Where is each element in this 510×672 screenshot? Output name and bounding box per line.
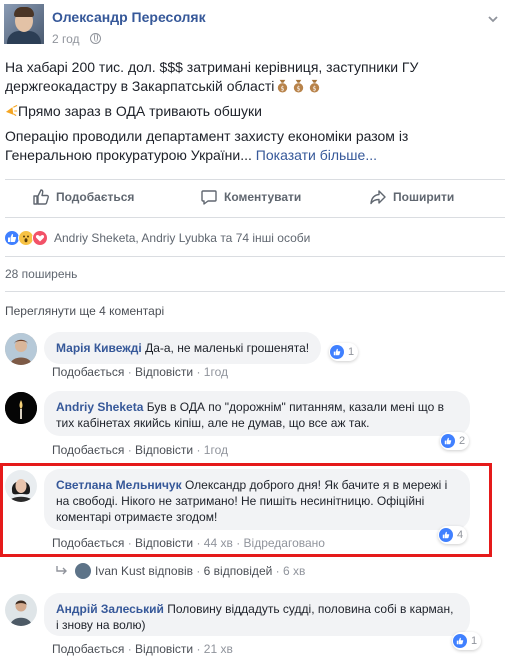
svg-text:$: $	[297, 85, 301, 93]
like-count-icon	[441, 434, 455, 448]
megaphone-icon	[5, 104, 18, 117]
replies-who: Ivan Kust відповів	[95, 564, 193, 578]
comment-like-count[interactable]: 1	[329, 343, 359, 361]
divider	[5, 291, 505, 292]
comment-bubble: Светлана Мельничук Олександр доброго дня…	[44, 469, 470, 530]
comment-reply-link[interactable]: Відповісти	[135, 536, 193, 550]
comment-like-link[interactable]: Подобається	[52, 365, 124, 379]
post-header: Олександр Пересоляк 2 год	[0, 0, 510, 56]
comment-author[interactable]: Марія Кивежді	[56, 341, 142, 355]
comment-like-count[interactable]: 1	[452, 632, 482, 650]
post-line-2: Прямо зараз в ОДА тривають обшуки	[18, 103, 262, 119]
globe-icon	[90, 33, 101, 44]
post-time[interactable]: 2 год	[52, 32, 80, 46]
comment-time[interactable]: 21 хв	[204, 642, 233, 656]
comment-bubble: Андрій Залеський Половину віддадуть судд…	[44, 593, 470, 636]
replies-row[interactable]: Ivan Kust відповів · 6 відповідей · 6 хв	[55, 563, 305, 579]
svg-text:$: $	[313, 85, 317, 93]
like-count-icon	[330, 345, 344, 359]
divider	[5, 256, 505, 257]
love-reaction-icon	[32, 230, 48, 246]
comment-reply-link[interactable]: Відповісти	[135, 642, 193, 656]
author-name[interactable]: Олександр Пересоляк	[52, 9, 206, 25]
money-bag-icon: $	[278, 79, 288, 93]
comment-button-label: Коментувати	[224, 190, 302, 204]
see-more-link[interactable]: Показати більше...	[256, 147, 377, 163]
post-text: На хабарі 200 тис. дол. $$$ затримані ке…	[5, 58, 495, 171]
thumbs-up-icon	[33, 189, 49, 205]
comment-bubble: Марія Кивежді Да-а, не маленькі грошенят…	[44, 332, 322, 364]
like-count-icon	[439, 528, 453, 542]
share-button[interactable]: Поширити	[369, 184, 454, 210]
like-count-icon	[453, 634, 467, 648]
replies-time: 6 хв	[283, 564, 306, 578]
replies-count: 6 відповідей	[203, 564, 273, 578]
comment-time[interactable]: 1год	[204, 443, 228, 457]
reply-arrow-icon	[56, 566, 67, 575]
comment-time[interactable]: 44 хв	[204, 536, 233, 550]
replier-avatar	[75, 563, 91, 579]
reaction-names: Andriy Sheketa, Andriy Lyubka та 74 інші…	[54, 231, 311, 245]
comment-like-count[interactable]: 4	[438, 526, 468, 544]
commenter-avatar[interactable]	[5, 333, 37, 365]
shares-count[interactable]: 28 поширень	[5, 267, 77, 281]
divider	[5, 217, 505, 218]
comment-author[interactable]: Андрій Залеський	[56, 602, 164, 616]
commenter-avatar[interactable]	[5, 594, 37, 626]
like-button-label: Подобається	[56, 190, 135, 204]
comment-author[interactable]: Andriy Sheketa	[56, 400, 143, 414]
comment-actions: Подобається · Відповісти · 44 хв · Відре…	[52, 536, 325, 550]
comment-text: Да-а, не маленькі грошенята!	[145, 341, 310, 355]
comment-reply-link[interactable]: Відповісти	[135, 365, 193, 379]
money-bag-icon: $	[310, 79, 320, 93]
comment-like-count[interactable]: 2	[440, 432, 470, 450]
comment-reply-link[interactable]: Відповісти	[135, 443, 193, 457]
comment-like-link[interactable]: Подобається	[52, 642, 124, 656]
comment-time[interactable]: 1год	[204, 365, 228, 379]
reactions-summary[interactable]: Andriy Sheketa, Andriy Lyubka та 74 інші…	[4, 229, 310, 247]
comment-like-link[interactable]: Подобається	[52, 443, 124, 457]
comment-actions: Подобається · Відповісти · 1год	[52, 443, 228, 457]
share-button-label: Поширити	[393, 190, 455, 204]
comment-button[interactable]: Коментувати	[200, 184, 301, 210]
chevron-down-icon[interactable]	[486, 12, 500, 26]
like-button[interactable]: Подобається	[32, 184, 134, 210]
money-bag-icon: $	[294, 79, 304, 93]
comment-bubble: Andriy Sheketa Був в ОДА по "дорожнім" п…	[44, 391, 470, 436]
edited-label[interactable]: Відредаговано	[244, 536, 325, 550]
svg-text:$: $	[281, 85, 285, 93]
post-line-1: На хабарі 200 тис. дол. $$$ затримані ке…	[5, 59, 419, 94]
comment-actions: Подобається · Відповісти · 21 хв	[52, 642, 233, 656]
divider	[5, 179, 505, 180]
comment-icon	[201, 190, 217, 205]
share-icon	[370, 190, 386, 205]
commenter-avatar[interactable]	[5, 392, 37, 424]
view-more-comments-link[interactable]: Переглянути ще 4 коментарі	[5, 304, 164, 318]
comment-like-link[interactable]: Подобається	[52, 536, 124, 550]
author-avatar[interactable]	[4, 4, 44, 44]
comment-actions: Подобається · Відповісти · 1год	[52, 365, 228, 379]
commenter-avatar[interactable]	[5, 470, 37, 502]
comment-author[interactable]: Светлана Мельничук	[56, 478, 182, 492]
